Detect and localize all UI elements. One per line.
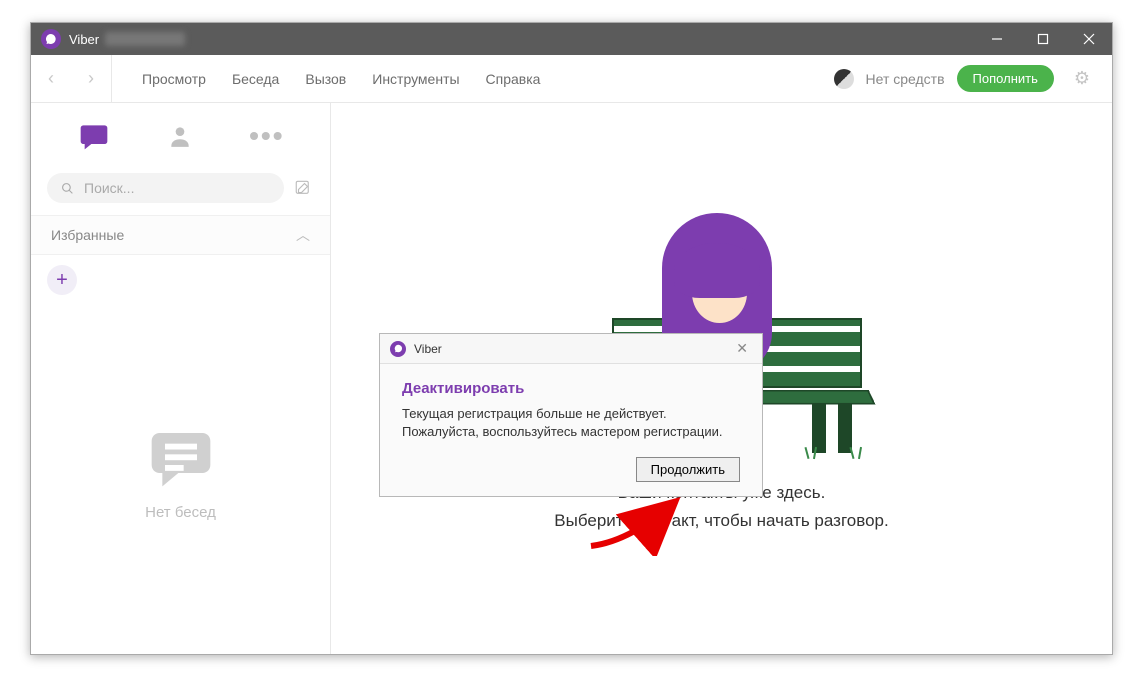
- add-favorite-button[interactable]: +: [47, 265, 77, 295]
- deactivate-modal: Viber ✕ Деактивировать Текущая регистрац…: [379, 333, 763, 497]
- balance-text: Нет средств: [866, 71, 945, 87]
- avatar[interactable]: [834, 69, 854, 89]
- menu-call[interactable]: Вызов: [305, 71, 346, 87]
- chevron-up-icon: ︿: [296, 225, 310, 245]
- menu-help[interactable]: Справка: [486, 71, 541, 87]
- titlebar: Viber: [31, 23, 1112, 55]
- favorites-label: Избранные: [51, 227, 124, 243]
- search-input[interactable]: Поиск...: [47, 173, 284, 203]
- menu-chat[interactable]: Беседа: [232, 71, 279, 87]
- title-app-name: Viber: [69, 32, 99, 47]
- body-area: ••• Поиск... Избранные ︿ +: [31, 103, 1112, 654]
- title-extra-blurred: [105, 32, 185, 46]
- search-placeholder: Поиск...: [84, 180, 134, 196]
- modal-body: Деактивировать Текущая регистрация больш…: [380, 364, 762, 457]
- modal-titlebar: Viber ✕: [380, 334, 762, 364]
- empty-label: Нет бесед: [145, 504, 216, 521]
- gear-icon[interactable]: ⚙: [1066, 68, 1098, 89]
- search-row: Поиск...: [31, 169, 330, 215]
- window-maximize-button[interactable]: [1020, 23, 1066, 55]
- tab-chats[interactable]: [76, 118, 112, 154]
- empty-chat-icon: [149, 425, 213, 494]
- menu-view[interactable]: Просмотр: [142, 71, 206, 87]
- main-text-line2: Выберите контакт, чтобы начать разговор.: [554, 511, 888, 531]
- account-area: Нет средств Пополнить ⚙: [834, 65, 1112, 92]
- tab-contacts[interactable]: [162, 118, 198, 154]
- empty-state: Нет бесед: [31, 425, 330, 521]
- tab-more[interactable]: •••: [249, 118, 285, 154]
- topup-button[interactable]: Пополнить: [957, 65, 1054, 92]
- viber-app-icon: [41, 29, 61, 49]
- modal-message-line2: Пожалуйста, воспользуйтесь мастером реги…: [402, 423, 740, 441]
- sidebar-tabs: •••: [31, 103, 330, 169]
- nav-back-button[interactable]: ‹: [31, 55, 71, 102]
- menu-tools[interactable]: Инструменты: [372, 71, 459, 87]
- modal-viber-icon: [390, 341, 406, 357]
- nav-arrows: ‹ ›: [31, 55, 112, 102]
- app-window: Viber ‹ › Просмотр Беседа Вызов Инструме…: [30, 22, 1113, 655]
- modal-window-title: Viber: [414, 342, 442, 356]
- sidebar: ••• Поиск... Избранные ︿ +: [31, 103, 331, 654]
- search-icon: [61, 182, 74, 195]
- favorites-header[interactable]: Избранные ︿: [31, 215, 330, 255]
- nav-forward-button[interactable]: ›: [71, 55, 111, 102]
- toolbar: ‹ › Просмотр Беседа Вызов Инструменты Сп…: [31, 55, 1112, 103]
- compose-icon[interactable]: [292, 177, 314, 199]
- main-area: Ваши контакты уже здесь. Выберите контак…: [331, 103, 1112, 654]
- modal-footer: Продолжить: [380, 457, 762, 496]
- modal-heading: Деактивировать: [402, 380, 740, 397]
- window-close-button[interactable]: [1066, 23, 1112, 55]
- window-minimize-button[interactable]: [974, 23, 1020, 55]
- add-row: +: [31, 255, 330, 305]
- continue-button[interactable]: Продолжить: [636, 457, 740, 482]
- modal-message-line1: Текущая регистрация больше не действует.: [402, 405, 740, 423]
- menu-bar: Просмотр Беседа Вызов Инструменты Справк…: [112, 71, 540, 87]
- modal-close-button[interactable]: ✕: [732, 340, 752, 357]
